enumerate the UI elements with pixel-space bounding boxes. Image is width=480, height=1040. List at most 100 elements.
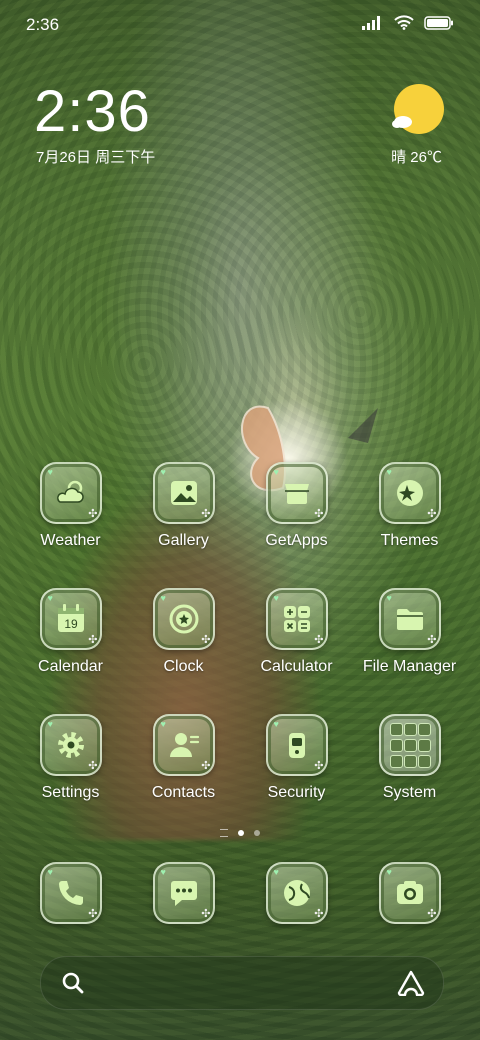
phone-icon <box>58 881 83 905</box>
app-label: GetApps <box>265 532 328 549</box>
gallery-icon <box>170 481 197 505</box>
camera-icon <box>396 881 423 904</box>
heart-deco-icon: ♥ <box>47 467 53 477</box>
butterfly-deco-icon: ✣ <box>88 908 98 920</box>
butterfly-deco-icon: ✣ <box>201 760 211 772</box>
app-tile[interactable]: ♥ ✣ <box>378 462 441 524</box>
status-bar: 2:36 <box>0 0 480 50</box>
butterfly-deco-icon: ✣ <box>427 508 437 520</box>
search-bar[interactable] <box>40 956 444 1010</box>
app-label: Clock <box>163 658 204 675</box>
app-label: Security <box>267 784 326 801</box>
clock-widget-time[interactable]: 2:36 <box>34 78 151 145</box>
app-file-manager[interactable]: ♥ ✣ File Manager <box>353 588 466 676</box>
dock: ♥ ✣ ♥ ✣ ♥ ✣ ♥ ✣ <box>14 862 466 924</box>
app-getapps[interactable]: ♥ ✣ GetApps <box>240 462 353 550</box>
app-tile[interactable]: ♥ ✣ <box>152 588 215 650</box>
sun-cloud-icon[interactable] <box>392 84 444 136</box>
page-indicator[interactable] <box>0 829 480 837</box>
app-tile[interactable]: ♥ 19 ✣ <box>39 588 102 650</box>
heart-deco-icon: ♥ <box>273 867 279 877</box>
dock-messages[interactable]: ♥ ✣ <box>127 862 240 924</box>
app-gallery[interactable]: ♥ ✣ Gallery <box>127 462 240 550</box>
app-label: Contacts <box>151 784 216 801</box>
browser-icon <box>283 880 310 906</box>
weather-icon <box>56 480 84 503</box>
calculator-icon <box>283 606 310 632</box>
heart-deco-icon: ♥ <box>160 593 166 603</box>
dock-camera[interactable]: ♥ ✣ <box>353 862 466 924</box>
butterfly-deco-icon: ✣ <box>314 908 324 920</box>
butterfly-deco-icon: ✣ <box>201 908 211 920</box>
app-settings[interactable]: ♥ ✣ Settings <box>14 714 127 802</box>
butterfly-deco-icon: ✣ <box>88 508 98 520</box>
app-label: File Manager <box>362 658 457 675</box>
app-tile[interactable]: ♥ ✣ <box>39 462 102 524</box>
menu-lines-icon <box>220 829 228 837</box>
app-tile[interactable]: ♥ ✣ <box>39 714 102 776</box>
app-label: Calculator <box>260 658 333 675</box>
app-themes[interactable]: ♥ ✣ Themes <box>353 462 466 550</box>
heart-deco-icon: ♥ <box>47 719 53 729</box>
heart-deco-icon: ♥ <box>273 719 279 729</box>
app-label: Weather <box>40 532 101 549</box>
app-security[interactable]: ♥ ✣ Security <box>240 714 353 802</box>
app-tile[interactable]: ♥ ✣ <box>265 862 328 924</box>
assistant-icon[interactable] <box>397 970 425 996</box>
search-icon[interactable] <box>61 971 85 995</box>
folder-grid-icon <box>390 722 431 768</box>
battery-icon <box>424 15 453 30</box>
heart-deco-icon: ♥ <box>386 593 392 603</box>
app-tile[interactable]: ♥ ✣ <box>378 588 441 650</box>
app-tile[interactable]: ♥ ✣ <box>39 862 102 924</box>
app-tile[interactable]: ♥ ✣ <box>152 714 215 776</box>
heart-deco-icon: ♥ <box>160 867 166 877</box>
page-dot[interactable] <box>254 830 260 836</box>
app-weather[interactable]: ♥ ✣ Weather <box>14 462 127 550</box>
app-tile[interactable]: ♥ ✣ <box>152 462 215 524</box>
clock-widget-date[interactable]: 7月26日 周三下午 <box>36 146 155 167</box>
butterfly-deco-icon: ✣ <box>314 634 324 646</box>
weather-widget-text[interactable]: 晴 26℃ <box>391 146 442 167</box>
butterfly-deco-icon: ✣ <box>427 908 437 920</box>
folder-tile[interactable] <box>378 714 441 776</box>
butterfly-deco-icon: ✣ <box>201 508 211 520</box>
heart-deco-icon: ♥ <box>273 593 279 603</box>
app-tile[interactable]: ♥ ✣ <box>265 714 328 776</box>
butterfly-deco-icon: ✣ <box>201 634 211 646</box>
status-time: 2:36 <box>26 15 60 34</box>
app-clock[interactable]: ♥ ✣ Clock <box>127 588 240 676</box>
app-tile[interactable]: ♥ ✣ <box>152 862 215 924</box>
app-label: Themes <box>380 532 439 549</box>
butterfly-deco-icon: ✣ <box>314 760 324 772</box>
app-calculator[interactable]: ♥ ✣ Calculator <box>240 588 353 676</box>
app-label: System <box>382 784 437 801</box>
page-dot-active[interactable] <box>238 830 244 836</box>
security-icon <box>288 733 305 758</box>
app-calendar[interactable]: ♥ 19 ✣ Calendar <box>14 588 127 676</box>
app-tile[interactable]: ♥ ✣ <box>265 462 328 524</box>
heart-deco-icon: ♥ <box>47 867 53 877</box>
themes-icon <box>396 480 423 506</box>
wifi-icon <box>394 15 414 30</box>
heart-deco-icon: ♥ <box>273 467 279 477</box>
heart-deco-icon: ♥ <box>160 467 166 477</box>
app-system-folder[interactable]: System <box>353 714 466 802</box>
calendar-day: 19 <box>64 617 78 631</box>
dock-browser[interactable]: ♥ ✣ <box>240 862 353 924</box>
butterfly-deco-icon: ✣ <box>314 508 324 520</box>
app-label: Gallery <box>158 532 209 549</box>
calendar-icon: 19 <box>57 604 84 632</box>
app-tile[interactable]: ♥ ✣ <box>265 588 328 650</box>
getapps-icon <box>284 484 309 504</box>
status-icons <box>362 15 454 30</box>
heart-deco-icon: ♥ <box>160 719 166 729</box>
app-tile[interactable]: ♥ ✣ <box>378 862 441 924</box>
heart-deco-icon: ♥ <box>386 867 392 877</box>
butterfly-deco-icon: ✣ <box>427 634 437 646</box>
clock-icon <box>169 604 198 634</box>
folder-icon <box>396 609 423 630</box>
app-contacts[interactable]: ♥ ✣ Contacts <box>127 714 240 802</box>
dock-phone[interactable]: ♥ ✣ <box>14 862 127 924</box>
contacts-icon <box>169 733 199 757</box>
